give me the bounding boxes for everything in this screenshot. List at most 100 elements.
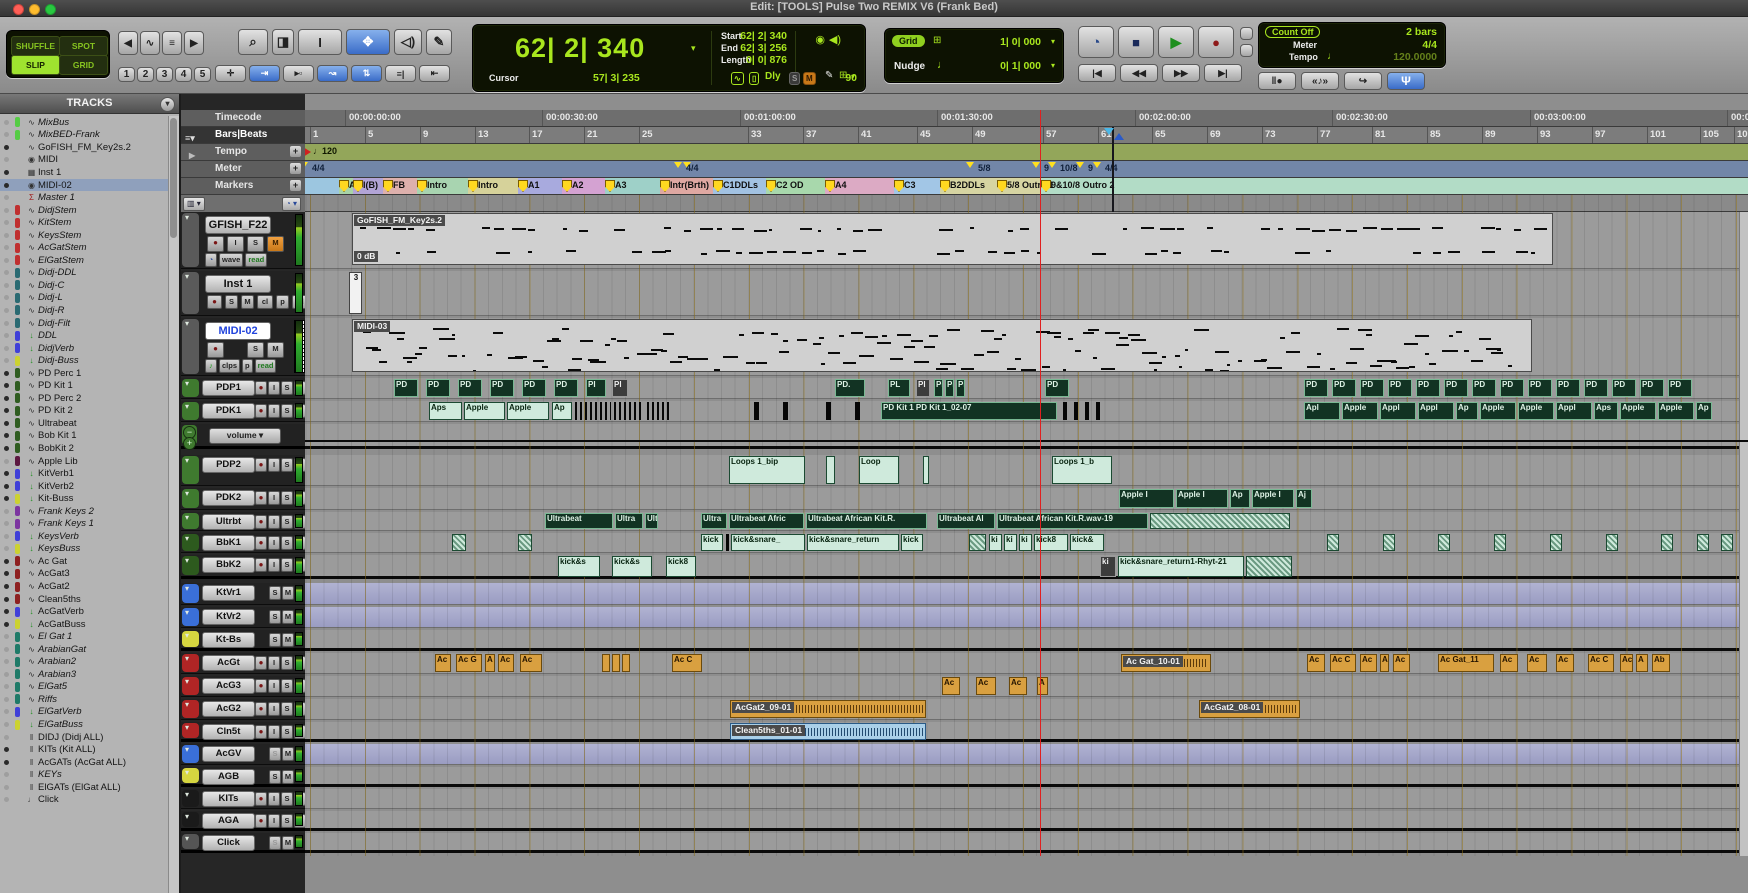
track-show-dot[interactable] <box>4 534 9 539</box>
lane-plus-button[interactable]: + <box>183 437 196 450</box>
clip[interactable]: PI <box>586 379 606 397</box>
solo-button[interactable]: S <box>281 404 293 418</box>
tracks-menu-icon[interactable]: ▾ <box>160 97 175 112</box>
track-collapse-tab[interactable]: ▾ <box>182 584 199 603</box>
meter-event-icon[interactable] <box>1048 162 1056 168</box>
clip[interactable]: A <box>1636 654 1648 672</box>
clip[interactable] <box>1150 513 1290 529</box>
track-show-dot[interactable] <box>4 622 9 627</box>
clip[interactable]: Ultrabeat African Kit.R.wav-19 <box>997 513 1148 529</box>
clip[interactable]: PD <box>554 379 578 397</box>
clip[interactable]: A <box>485 654 495 672</box>
clip[interactable]: Ultr <box>645 513 658 529</box>
zoom-preset-1[interactable]: 1 <box>118 67 135 82</box>
clip[interactable] <box>575 402 611 420</box>
wave-button[interactable]: wave <box>219 253 243 267</box>
track-name-plate[interactable]: AcGV <box>202 746 255 762</box>
track-show-dot[interactable] <box>4 559 9 564</box>
rewind-button[interactable]: ◀◀ <box>1120 64 1158 82</box>
stop-button[interactable]: ■ <box>1118 26 1154 58</box>
clip[interactable]: Ac <box>942 677 960 695</box>
mode-spot-button[interactable]: SPOT <box>59 36 108 56</box>
selection-start-handle[interactable] <box>1104 128 1114 135</box>
clip[interactable]: Pi <box>956 379 965 397</box>
clip[interactable]: kick&snare_return <box>807 534 899 551</box>
chevron-down-icon[interactable]: ▾ <box>691 43 696 54</box>
track-list-item[interactable]: ∿MixBED-Frank <box>0 129 169 142</box>
clip[interactable] <box>1494 534 1506 551</box>
grabber-tool[interactable]: ✥ <box>346 29 390 55</box>
count-off-toggle[interactable]: Count Off <box>1265 26 1320 38</box>
track-show-dot[interactable] <box>4 408 9 413</box>
track-collapse-tab[interactable]: ▾ <box>182 534 199 551</box>
speaker-icon[interactable]: ◀) <box>829 33 841 46</box>
solo-button[interactable]: S <box>269 610 281 624</box>
record-arm-button[interactable]: ● <box>255 491 267 505</box>
clip[interactable]: Aj <box>1296 489 1312 508</box>
midi-zoom-icon[interactable]: ≡ <box>162 31 182 55</box>
clip[interactable] <box>1246 556 1292 577</box>
clip[interactable]: GoFISH_FM_Key2s.20 dB <box>352 213 1553 265</box>
M-button[interactable]: M <box>241 295 254 309</box>
track-list-item[interactable]: ∿MixBus <box>0 116 169 129</box>
track-show-dot[interactable] <box>4 258 9 263</box>
solo-button[interactable]: S <box>281 515 293 529</box>
track-name-plate[interactable]: BbK1 <box>202 535 255 551</box>
clip[interactable]: Apple I <box>1176 489 1228 508</box>
track-collapse-tab[interactable]: ▾ <box>182 745 199 763</box>
track-collapse-tab[interactable]: ▾ <box>182 768 199 783</box>
pencil-tool[interactable]: ✎ <box>426 29 452 55</box>
clip[interactable]: PD <box>522 379 546 397</box>
online-button[interactable]: ◔ <box>1078 26 1114 58</box>
marker-label[interactable]: A2 <box>572 180 584 190</box>
track-show-dot[interactable] <box>4 496 9 501</box>
edit-view-selector[interactable]: ▥ ▾ <box>183 197 205 211</box>
track-list-item[interactable]: ∿Frank Keys 2 <box>0 505 169 518</box>
track-lane-pdk2[interactable] <box>305 488 1748 510</box>
clip[interactable]: Appl <box>1556 402 1592 420</box>
clip[interactable]: PD <box>1556 379 1580 397</box>
length-value[interactable]: 0| 0| 876 <box>746 54 787 66</box>
conductor-button[interactable]: Ψ <box>1387 72 1425 90</box>
track-list-item[interactable]: ∿Riffs <box>0 693 169 706</box>
track-list-item[interactable]: ∿Frank Keys 1 <box>0 518 169 531</box>
track-show-dot[interactable] <box>4 346 9 351</box>
track-list-item[interactable]: ∿Didj-C <box>0 279 169 292</box>
header-spacer-band[interactable] <box>305 195 1748 212</box>
solo-button[interactable]: S <box>281 536 293 550</box>
clip[interactable]: Ap <box>1696 402 1712 420</box>
track-lane-inst1[interactable] <box>305 271 1748 316</box>
clip[interactable]: Apple <box>1480 402 1516 420</box>
clip[interactable]: Appl <box>1380 402 1416 420</box>
grid-pill[interactable]: Grid <box>892 35 925 47</box>
clip[interactable]: Apple <box>507 402 549 420</box>
clip[interactable] <box>969 534 986 551</box>
wave-zoom-icon[interactable]: ∿ <box>140 31 160 55</box>
ruler-name-tempo[interactable]: ▶Tempo+ <box>181 144 305 161</box>
record-arm-button[interactable]: ● <box>255 381 267 395</box>
clip[interactable]: Ac <box>435 654 451 672</box>
input-monitor-button[interactable]: I <box>268 656 280 670</box>
track-show-dot[interactable] <box>4 521 9 526</box>
track-list-item[interactable]: ♩Click <box>0 794 169 807</box>
marker-label[interactable]: B2DDLs <box>950 180 985 190</box>
clip[interactable]: PD. <box>835 379 865 397</box>
track-show-dot[interactable] <box>4 647 9 652</box>
clip[interactable]: Ap <box>1230 489 1250 508</box>
track-collapse-tab[interactable]: ▾ <box>182 272 199 314</box>
clip[interactable]: Ap <box>552 402 572 420</box>
track-list-item[interactable]: ‖ElGATs (ElGat ALL) <box>0 781 169 794</box>
marker-label[interactable]: C3 <box>904 180 916 190</box>
p-button[interactable]: p <box>242 359 253 373</box>
meter-event-label[interactable]: 4/4 <box>312 163 325 173</box>
track-list-item[interactable]: ∿PD Kit 1 <box>0 379 169 392</box>
track-collapse-tab[interactable]: ▾ <box>182 608 199 626</box>
track-show-dot[interactable] <box>4 120 9 125</box>
clip[interactable] <box>855 402 860 420</box>
track-show-dot[interactable] <box>4 747 9 752</box>
track-list-item[interactable]: ∿Didj-R <box>0 304 169 317</box>
input-monitor-button[interactable]: I <box>268 558 280 572</box>
clip[interactable]: PD <box>1640 379 1664 397</box>
track-name-plate[interactable]: PDP2 <box>202 457 255 473</box>
solo-button[interactable]: S <box>247 236 264 252</box>
